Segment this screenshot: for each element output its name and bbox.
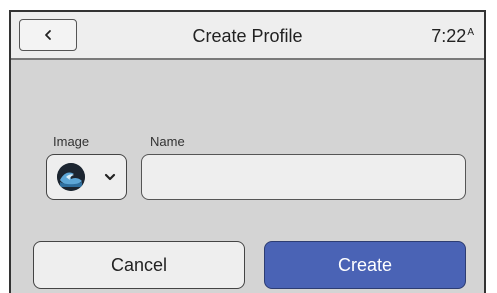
clock-time: 7:22 (431, 26, 467, 46)
name-label: Name (150, 134, 185, 149)
cancel-button[interactable]: Cancel (33, 241, 245, 289)
clock: 7:22A (431, 26, 474, 47)
image-label: Image (53, 134, 90, 149)
chevron-down-icon (104, 173, 116, 181)
clock-suffix: A (467, 27, 474, 38)
create-profile-screen: Create Profile 7:22A Image Name Cancel C… (9, 10, 486, 293)
page-title: Create Profile (192, 26, 303, 46)
name-input[interactable] (141, 154, 466, 200)
create-button[interactable]: Create (264, 241, 466, 289)
header-bar: Create Profile 7:22A (11, 12, 484, 60)
image-picker[interactable] (46, 154, 127, 200)
wave-avatar-icon (57, 163, 85, 191)
